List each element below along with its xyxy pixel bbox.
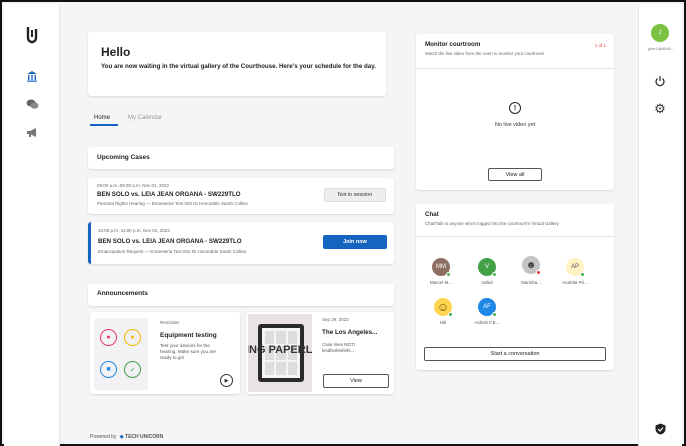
case-card[interactable]: 10:00 p.m.-11:00 p.m. Nov 01, 2022 BEN S… <box>88 222 394 264</box>
case-card[interactable]: 09:00 a.m.-09:30 a.m. Nov 01, 2022 BEN S… <box>88 178 394 214</box>
left-sidebar <box>4 4 60 446</box>
announcement-title: The Los Angeles... <box>322 329 378 336</box>
user-name: jdoe1@6048... <box>647 46 675 51</box>
case-title: BEN SOLO vs. LEIA JEAN ORGANA - SW229TLO <box>97 191 241 198</box>
user-avatar[interactable]: J <box>651 24 669 42</box>
avatar[interactable]: V <box>478 258 497 277</box>
greeting-subtitle: You are now waiting in the virtual galle… <box>101 63 376 70</box>
chat-subtitle: Chat/Talk to anyone who's logged into th… <box>425 221 559 226</box>
avatar-initials: AF <box>483 304 491 310</box>
announcement-body: Case lines NOTI lesdfesfesfeifs... <box>322 342 356 354</box>
case-title: BEN SOLO vs. LEIA JEAN ORGANA - SW229TLO <box>98 238 242 245</box>
footer-brand: TECH UNICORN <box>125 434 164 440</box>
announcement-image-text: ING PAPERLES <box>248 344 312 356</box>
face-photo-icon: ☻ <box>525 259 537 271</box>
monitor-title: Monitor courtroom <box>425 41 481 48</box>
upcoming-cases-header: Upcoming Cases <box>88 147 394 169</box>
announcement-body: Test your devices for the hearing. Make … <box>160 343 216 361</box>
microphone-icon: ● <box>100 329 117 346</box>
avatar[interactable]: ☺ <box>434 298 453 317</box>
chat-bubbles-icon[interactable] <box>24 96 40 112</box>
monitor-subtitle: Watch the live video from the room to mo… <box>425 51 545 56</box>
app-frame: Hello You are now waiting in the virtual… <box>0 0 686 446</box>
avatar[interactable]: ☻ <box>522 256 541 275</box>
greeting-card: Hello You are now waiting in the virtual… <box>88 32 386 96</box>
upcoming-cases-title: Upcoming Cases <box>97 154 150 161</box>
shield-check-icon[interactable] <box>653 422 667 436</box>
play-icon[interactable]: ▶ <box>220 374 233 387</box>
case-detail: Emancipation Request — Ermenteria Test 0… <box>98 249 247 254</box>
info-icon: ! <box>509 102 521 114</box>
announcement-image: ING PAPERLES <box>248 314 312 392</box>
audio-icon: ● <box>124 329 141 346</box>
avatar-initials: V <box>484 264 489 270</box>
no-video-text: No live video yet <box>494 122 536 128</box>
greeting-title: Hello <box>101 45 131 59</box>
tech-unicorn-logo-icon: ◆ <box>119 434 124 440</box>
tab-active-underline <box>90 124 118 126</box>
status-online-icon <box>580 272 585 277</box>
avatar-name: Vahid <box>481 280 493 285</box>
tab-my-calendar[interactable]: My Calendar <box>128 115 162 121</box>
avatar-initials: MM <box>436 264 446 270</box>
announcements-header: Announcements <box>88 284 394 306</box>
megaphone-icon[interactable] <box>24 124 40 140</box>
avatar[interactable]: MM <box>432 258 451 277</box>
status-online-icon <box>446 272 451 277</box>
smiley-icon: ☺ <box>436 300 450 314</box>
case-detail: Parental Rights Hearing — Ermenteria Tes… <box>97 201 248 206</box>
case-time: 10:00 p.m.-11:00 p.m. Nov 01, 2022 <box>98 228 170 233</box>
announcement-tag: Sep 29, 2022 <box>322 317 349 322</box>
user-initial: J <box>658 30 662 36</box>
footer-powered: Powered by <box>90 434 117 440</box>
logo-icon[interactable] <box>22 24 42 46</box>
check-icon: ✓ <box>124 361 141 378</box>
avatar-name: Anahita Pri... <box>562 280 588 285</box>
avatar[interactable]: AF <box>478 298 497 317</box>
view-button[interactable]: View <box>323 374 389 388</box>
announcement-title: Equipment testing <box>160 332 217 339</box>
avatar[interactable]: AP <box>566 258 585 277</box>
not-in-session-button[interactable]: Not in session <box>324 188 386 202</box>
power-icon[interactable] <box>653 74 667 88</box>
avatar-name: Marisha... <box>521 280 541 285</box>
monitor-courtroom-card: Monitor courtroom 1 of 1 Watch the live … <box>416 34 614 190</box>
announcements-title: Announcements <box>97 290 148 297</box>
chat-title: Chat <box>425 211 439 218</box>
right-sidebar: J jdoe1@6048... ⚙ <box>638 4 682 446</box>
case-time: 09:00 a.m.-09:30 a.m. Nov 01, 2022 <box>97 183 170 188</box>
status-online-icon <box>448 312 453 317</box>
avatar-name: Marcel M... <box>429 280 453 285</box>
view-all-button[interactable]: View all <box>488 168 542 181</box>
camera-icon: ■ <box>100 361 117 378</box>
announcement-card[interactable]: ● ● ■ ✓ Reminder Equipment testing Test … <box>90 312 240 394</box>
monitor-badge: 1 of 1 <box>594 43 606 48</box>
status-busy-icon <box>536 270 541 275</box>
settings-gear-icon[interactable]: ⚙ <box>653 101 667 116</box>
monitor-divider <box>416 68 614 69</box>
equipment-icons: ● ● ■ ✓ <box>94 318 148 390</box>
status-online-icon <box>492 272 497 277</box>
announcement-tag: Reminder <box>160 320 180 325</box>
courthouse-icon[interactable] <box>24 68 40 84</box>
join-now-button[interactable]: Join now <box>323 235 387 249</box>
chat-divider <box>416 236 614 237</box>
start-conversation-button[interactable]: Start a conversation <box>424 347 606 361</box>
avatar-name: Ashish F.E... <box>474 320 500 325</box>
avatar-name: Hiti <box>439 320 447 325</box>
chat-card: Chat Chat/Talk to anyone who's logged in… <box>416 204 614 370</box>
avatar-initials: AP <box>570 264 579 270</box>
status-online-icon <box>492 312 497 317</box>
tab-home[interactable]: Home <box>94 115 110 121</box>
footer: Powered by ◆ TECH UNICORN <box>90 434 163 440</box>
announcement-card[interactable]: ING PAPERLES Sep 29, 2022 The Los Angele… <box>246 312 394 394</box>
